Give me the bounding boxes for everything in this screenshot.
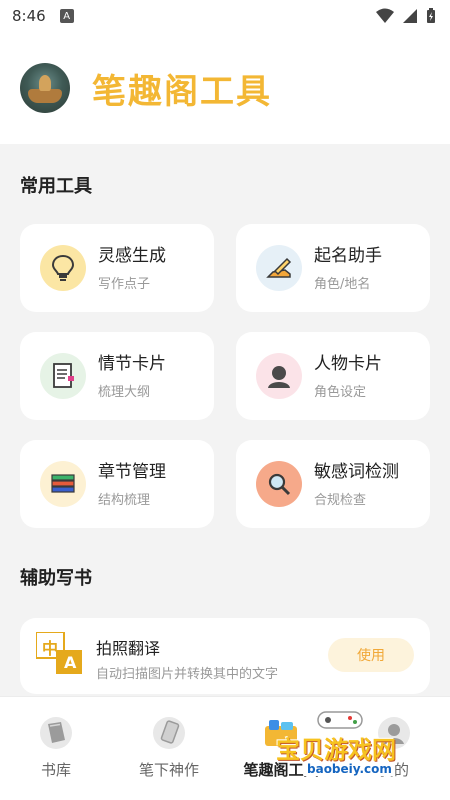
- page-title: 笔趣阁工具: [92, 71, 272, 112]
- tool-card-chapters[interactable]: 章节管理 结构梳理: [20, 440, 214, 528]
- tab-works[interactable]: 笔下神作: [124, 715, 214, 780]
- status-bar: 8:46 A: [0, 0, 450, 32]
- tool-subtitle: 写作点子: [98, 276, 151, 292]
- lightbulb-icon: [40, 245, 86, 291]
- tab-library[interactable]: 书库: [11, 715, 101, 780]
- main-content[interactable]: 常用工具 灵感生成 写作点子 起名助手 角色/地名 情节卡片 梳理大纲 人物卡片…: [0, 144, 450, 696]
- book-icon: [38, 715, 74, 751]
- tool-card-inspiration[interactable]: 灵感生成 写作点子: [20, 224, 214, 312]
- avatar[interactable]: [20, 63, 70, 113]
- document-icon: [40, 353, 86, 399]
- translate-icon: 中 A: [35, 631, 84, 676]
- translate-title: 拍照翻译: [96, 639, 161, 658]
- pen-icon: [256, 245, 302, 291]
- watermark-text: 宝贝游戏网: [276, 736, 396, 764]
- tool-subtitle: 梳理大纲: [98, 384, 151, 400]
- tool-card-naming[interactable]: 起名助手 角色/地名: [236, 224, 430, 312]
- magnifier-icon: [256, 461, 302, 507]
- signal-icon: [403, 9, 417, 23]
- tool-subtitle: 角色/地名: [314, 276, 371, 292]
- translate-card[interactable]: 中 A 拍照翻译 自动扫描图片并转换其中的文字 使用: [20, 618, 430, 694]
- app-header: 笔趣阁工具: [0, 32, 450, 144]
- status-time: 8:46: [12, 7, 46, 25]
- translate-char-zh: 中: [42, 639, 59, 658]
- tool-subtitle: 结构梳理: [98, 492, 151, 508]
- translate-subtitle: 自动扫描图片并转换其中的文字: [96, 667, 279, 682]
- wifi-icon: [376, 8, 394, 23]
- watermark: 宝贝游戏网 baobeiy.com: [270, 708, 430, 792]
- tool-card-plot[interactable]: 情节卡片 梳理大纲: [20, 332, 214, 420]
- tool-title: 人物卡片: [314, 353, 382, 374]
- tool-card-sensitive[interactable]: 敏感词检测 合规检查: [236, 440, 430, 528]
- tool-title: 敏感词检测: [314, 461, 399, 482]
- section-title-common: 常用工具: [20, 176, 92, 197]
- translate-char-a: A: [64, 653, 77, 672]
- tool-title: 章节管理: [98, 461, 166, 482]
- tool-card-character[interactable]: 人物卡片 角色设定: [236, 332, 430, 420]
- books-icon: [40, 461, 86, 507]
- notification-icon: A: [59, 9, 74, 23]
- tab-label: 书库: [40, 761, 71, 779]
- battery-icon: [427, 8, 435, 23]
- person-icon: [256, 353, 302, 399]
- tool-title: 灵感生成: [98, 245, 166, 266]
- tool-title: 起名助手: [314, 245, 382, 266]
- tool-title: 情节卡片: [98, 353, 166, 374]
- tab-label: 笔下神作: [138, 761, 199, 779]
- tool-subtitle: 合规检查: [314, 492, 367, 508]
- tool-subtitle: 角色设定: [314, 384, 367, 400]
- section-title-assist: 辅助写书: [20, 568, 92, 589]
- gamepad-icon: [317, 711, 363, 729]
- use-button[interactable]: 使用: [328, 638, 414, 672]
- watermark-url: baobeiy.com: [304, 762, 395, 776]
- pencil-icon: [151, 715, 187, 751]
